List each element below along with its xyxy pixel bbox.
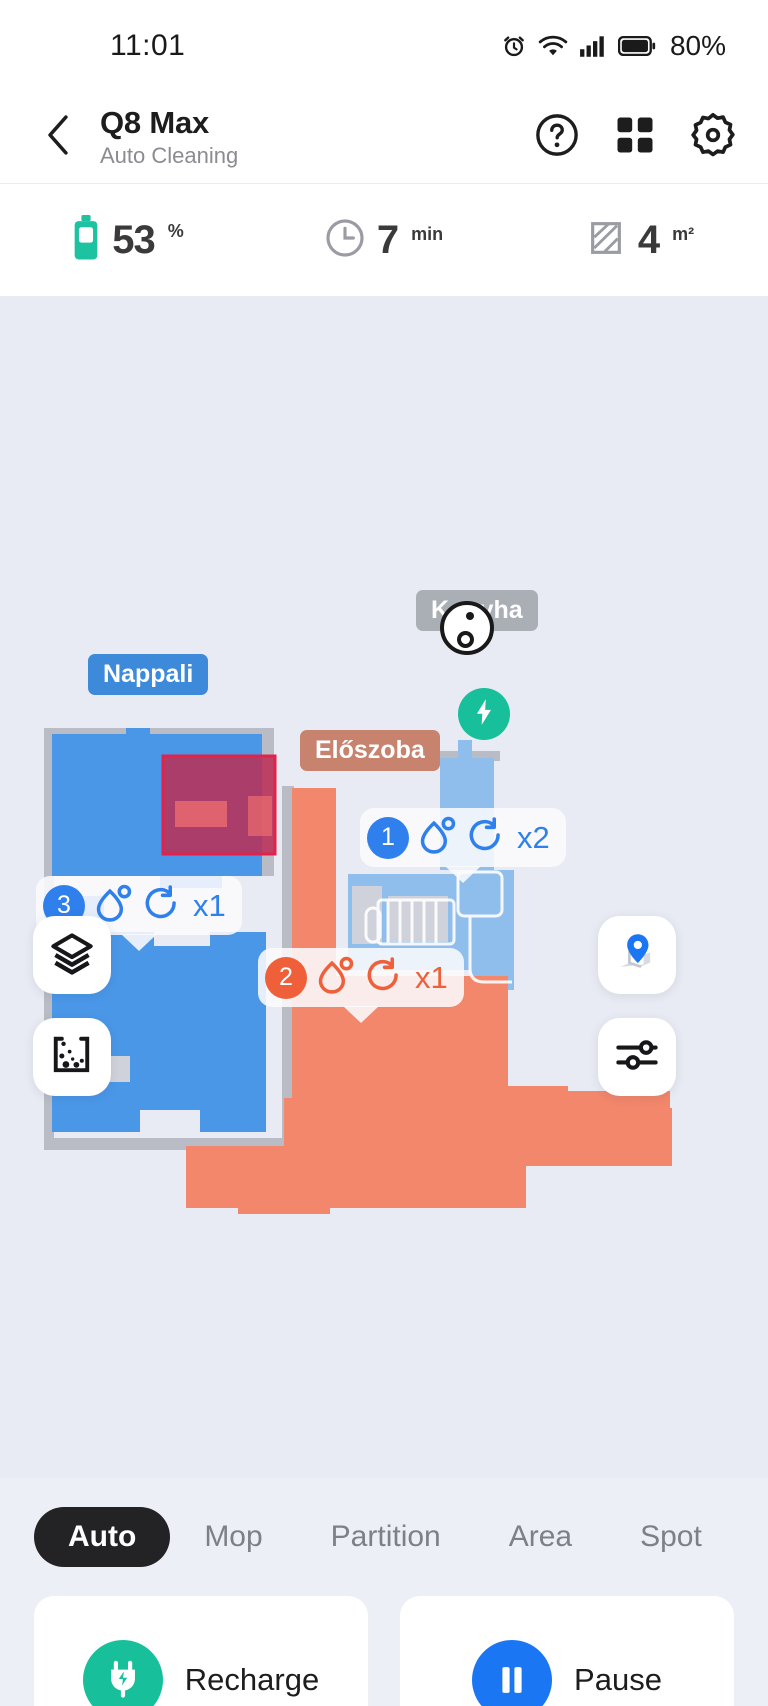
room-index: 1 [367,816,409,859]
page-title: Q8 Max [100,105,210,141]
battery-percent-label: 80% [669,30,726,61]
stat-battery: 53 % [0,214,256,266]
status-bar: 11:01 80% [0,0,768,92]
room-badge-1[interactable]: 1 x2 [360,808,566,883]
alarm-icon [501,33,527,59]
tab-spot[interactable]: Spot [606,1507,736,1567]
layers-icon [50,931,94,980]
tab-auto[interactable]: Auto [34,1507,171,1567]
stat-value: 53 [112,217,155,262]
battery-icon [72,214,100,266]
grid-icon [614,114,656,161]
robot-vacuum-icon[interactable] [440,601,494,655]
room-label-nappali[interactable]: Nappali [88,654,209,695]
stat-unit: m² [672,223,695,244]
dirt-detect-button[interactable] [33,1018,111,1096]
rotate-icon [465,815,505,860]
layers-button[interactable] [33,916,111,994]
area-icon [586,218,626,263]
stat-unit: min [411,223,444,244]
stat-area: 4 m² [512,218,768,263]
badge-pointer [342,1006,379,1023]
repeat-count: x1 [193,887,226,923]
map-pin-icon [614,930,660,981]
charging-bolt-icon [470,698,498,731]
rotate-icon [141,883,181,928]
stats-bar: 53 % 7 min 4 m² [0,184,768,296]
charging-dock-marker[interactable] [458,688,510,740]
sliders-icon [615,1033,659,1082]
pause-label: Pause [574,1662,662,1697]
clock-icon [325,218,365,263]
chevron-left-icon [42,113,76,162]
pause-button[interactable]: Pause [400,1596,734,1706]
repeat-count: x2 [517,819,550,855]
page-subtitle: Auto Cleaning [100,142,239,168]
badge-pointer [444,866,481,883]
back-button[interactable] [28,107,90,169]
map-view[interactable]: 1 x2 3 x1 2 x1 Nappali Előszoba [0,296,768,1478]
recharge-button[interactable]: Recharge [34,1596,368,1706]
stat-value: 4 [637,217,660,262]
water-drop-icon [315,955,355,1000]
room-badge-2[interactable]: 2 x1 [258,948,464,1023]
status-time: 11:01 [110,29,186,62]
wifi-icon [538,33,568,59]
stat-unit: % [167,220,184,241]
help-button[interactable] [532,113,582,163]
gear-icon [690,112,736,163]
room-index: 2 [265,956,307,999]
repeat-count: x1 [415,959,448,995]
settings-sliders-button[interactable] [598,1018,676,1096]
water-drop-icon [417,815,457,860]
plug-icon [82,1640,163,1706]
locate-button[interactable] [598,916,676,994]
tab-area[interactable]: Area [475,1507,606,1567]
tab-mop[interactable]: Mop [170,1507,296,1567]
battery-icon [617,35,656,57]
recharge-label: Recharge [184,1662,320,1697]
rooms-grid-button[interactable] [610,113,660,163]
pause-icon [472,1640,553,1706]
robot-sensor-dot [466,612,474,620]
help-icon [535,113,579,162]
action-buttons: Recharge Pause [0,1596,768,1706]
settings-button[interactable] [688,112,738,163]
app-bar: Q8 Max Auto Cleaning [0,92,768,184]
tab-partition[interactable]: Partition [297,1507,475,1567]
robot-bumper [457,631,474,648]
rotate-icon [363,955,403,1000]
status-icon-group: 80% [501,30,726,62]
dirt-particles-icon [50,1033,94,1082]
mode-tabs: Auto Mop Partition Area Spot [0,1478,768,1596]
app-screen: 11:01 80% Q8 Max Auto Cleaning 53 % 7 mi… [0,0,768,1706]
stat-value: 7 [376,217,399,262]
stat-time: 7 min [256,218,512,263]
title-block: Q8 Max Auto Cleaning [100,105,532,169]
badge-pointer [120,934,157,951]
signal-icon [579,34,607,58]
room-label-eloszoba[interactable]: Előszoba [300,730,440,771]
app-bar-actions [532,112,738,163]
